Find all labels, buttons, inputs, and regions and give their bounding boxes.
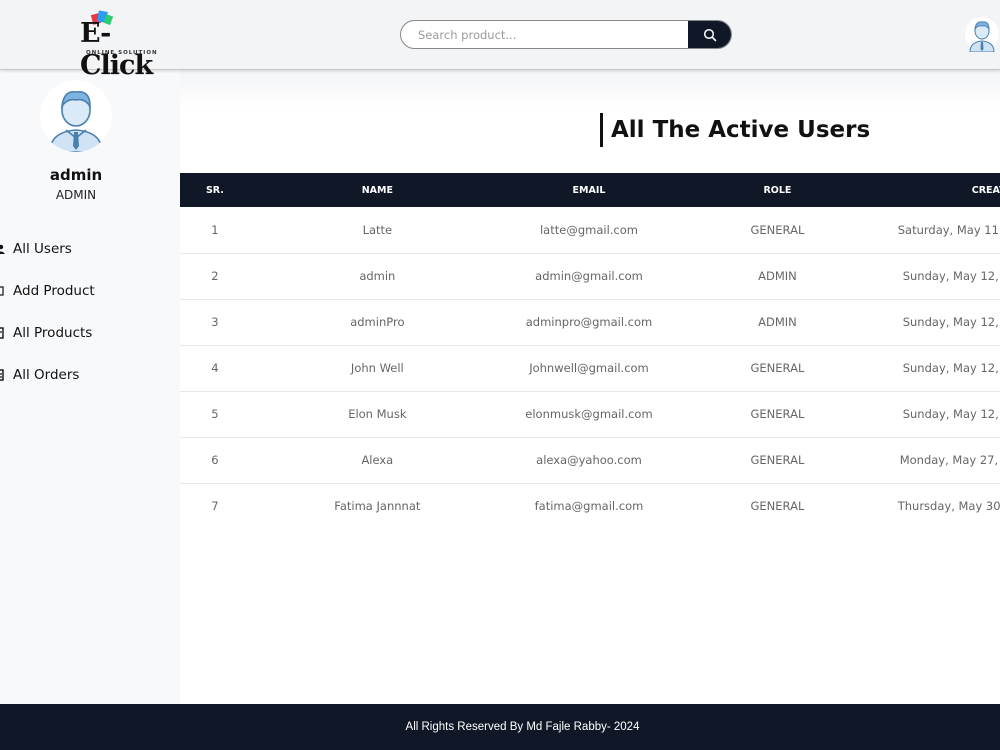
table-row[interactable]: 1 Latte latte@gmail.com GENERAL Saturday… bbox=[180, 207, 1000, 254]
cell-email: latte@gmail.com bbox=[504, 207, 674, 254]
cell-name: admin bbox=[249, 253, 505, 300]
cell-sr: 2 bbox=[180, 253, 250, 300]
cell-created: Sunday, May 12, 2 bbox=[881, 391, 1000, 438]
cell-sr: 4 bbox=[180, 345, 250, 392]
cell-created: Sunday, May 12, 2 bbox=[881, 253, 1000, 300]
cell-email: elonmusk@gmail.com bbox=[504, 391, 674, 438]
cell-created: Monday, May 27, 2 bbox=[881, 437, 1000, 484]
cell-role: GENERAL bbox=[673, 207, 882, 254]
cell-name: John Well bbox=[249, 345, 505, 392]
cell-name: Latte bbox=[249, 207, 505, 254]
column-header-role: ROLE bbox=[673, 173, 882, 207]
cell-name: Elon Musk bbox=[249, 391, 505, 438]
cell-created: Sunday, May 12, 2 bbox=[881, 299, 1000, 346]
cell-name: Fatima Jannnat bbox=[334, 499, 421, 514]
avatar-icon bbox=[40, 80, 112, 152]
sidebar-item-label: Add Product bbox=[13, 283, 95, 299]
cell-role: GENERAL bbox=[673, 345, 882, 392]
cell-name: adminPro bbox=[249, 299, 505, 346]
avatar-icon bbox=[965, 17, 999, 52]
sidebar-item-add-product[interactable]: Add Product bbox=[0, 270, 180, 312]
cell-role: GENERAL bbox=[750, 499, 805, 514]
sidebar-user-role: ADMIN bbox=[55, 188, 97, 202]
sidebar: admin ADMIN All Users Add Product All Pr… bbox=[0, 70, 180, 704]
cell-sr: 6 bbox=[180, 437, 250, 484]
sidebar-item-all-users[interactable]: All Users bbox=[0, 228, 180, 270]
search-bar bbox=[400, 20, 732, 49]
users-table-container: SR. NAME EMAIL ROLE CREATED 1 Latte latt… bbox=[180, 173, 1000, 529]
sidebar-item-all-products[interactable]: All Products bbox=[0, 312, 180, 354]
cell-created: Saturday, May 11, bbox=[881, 207, 1000, 254]
table-row[interactable]: 6 Alexa alexa@yahoo.com GENERAL Monday, … bbox=[180, 437, 1000, 484]
cell-sr: 5 bbox=[180, 391, 250, 438]
sidebar-item-label: All Orders bbox=[13, 367, 80, 383]
footer: All Rights Reserved By Md Fajle Rabby- 2… bbox=[0, 704, 1000, 750]
search-button[interactable] bbox=[688, 21, 731, 48]
cell-role: ADMIN bbox=[673, 299, 882, 346]
search-input[interactable] bbox=[401, 21, 689, 48]
users-table: SR. NAME EMAIL ROLE CREATED 1 Latte latt… bbox=[180, 173, 1000, 529]
sidebar-item-all-orders[interactable]: All Orders bbox=[0, 354, 180, 396]
cell-name: Alexa bbox=[249, 437, 505, 484]
cell-role: GENERAL bbox=[673, 391, 882, 438]
table-row[interactable]: 5 Elon Musk elonmusk@gmail.com GENERAL S… bbox=[180, 391, 1000, 438]
sidebar-item-label: All Products bbox=[13, 325, 93, 341]
orders-icon bbox=[0, 368, 13, 382]
sidebar-user-name: admin bbox=[49, 166, 103, 184]
search-icon bbox=[703, 28, 716, 41]
add-product-icon bbox=[0, 284, 13, 298]
footer-text: All Rights Reserved By Md Fajle Rabby- 2… bbox=[405, 721, 640, 733]
sidebar-item-label: All Users bbox=[13, 241, 72, 257]
sidebar-nav: All Users Add Product All Products All O… bbox=[0, 228, 180, 396]
page-title: All The Active Users bbox=[600, 113, 870, 147]
cell-created: Thursday, May 30, bbox=[897, 499, 1000, 514]
sidebar-avatar bbox=[40, 80, 112, 152]
products-icon bbox=[0, 326, 13, 340]
column-header-created: CREATED bbox=[881, 173, 1000, 207]
column-header-sr: SR. bbox=[180, 173, 250, 207]
table-row[interactable]: 3 adminPro adminpro@gmail.com ADMIN Sund… bbox=[180, 299, 1000, 346]
column-header-name: NAME bbox=[249, 173, 505, 207]
main-content: All The Active Users SR. NAME EMAIL ROLE… bbox=[180, 70, 1000, 704]
column-header-email: EMAIL bbox=[504, 173, 674, 207]
cell-email: Johnwell@gmail.com bbox=[504, 345, 674, 392]
cell-role: GENERAL bbox=[673, 437, 882, 484]
users-icon bbox=[0, 242, 13, 256]
header: E-Click ONLINE SOLUTION bbox=[0, 0, 1000, 81]
table-row[interactable]: 2 admin admin@gmail.com ADMIN Sunday, Ma… bbox=[180, 253, 1000, 300]
logo[interactable]: E-Click ONLINE SOLUTION bbox=[80, 10, 172, 81]
cell-sr: 7 bbox=[211, 499, 219, 514]
cell-role: ADMIN bbox=[673, 253, 882, 300]
table-row[interactable]: 7 Fatima Jannnat fatima@gmail.com GENERA… bbox=[180, 483, 1000, 529]
cell-email: adminpro@gmail.com bbox=[504, 299, 674, 346]
user-avatar[interactable] bbox=[964, 16, 1000, 52]
table-row[interactable]: 4 John Well Johnwell@gmail.com GENERAL S… bbox=[180, 345, 1000, 392]
cell-email: fatima@gmail.com bbox=[534, 499, 644, 514]
logo-subtitle: ONLINE SOLUTION bbox=[86, 50, 158, 56]
cell-sr: 3 bbox=[180, 299, 250, 346]
cell-sr: 1 bbox=[180, 207, 250, 254]
cell-email: admin@gmail.com bbox=[504, 253, 674, 300]
table-header-row: SR. NAME EMAIL ROLE CREATED bbox=[180, 173, 1000, 207]
cell-created: Sunday, May 12, 2 bbox=[881, 345, 1000, 392]
cell-email: alexa@yahoo.com bbox=[504, 437, 674, 484]
